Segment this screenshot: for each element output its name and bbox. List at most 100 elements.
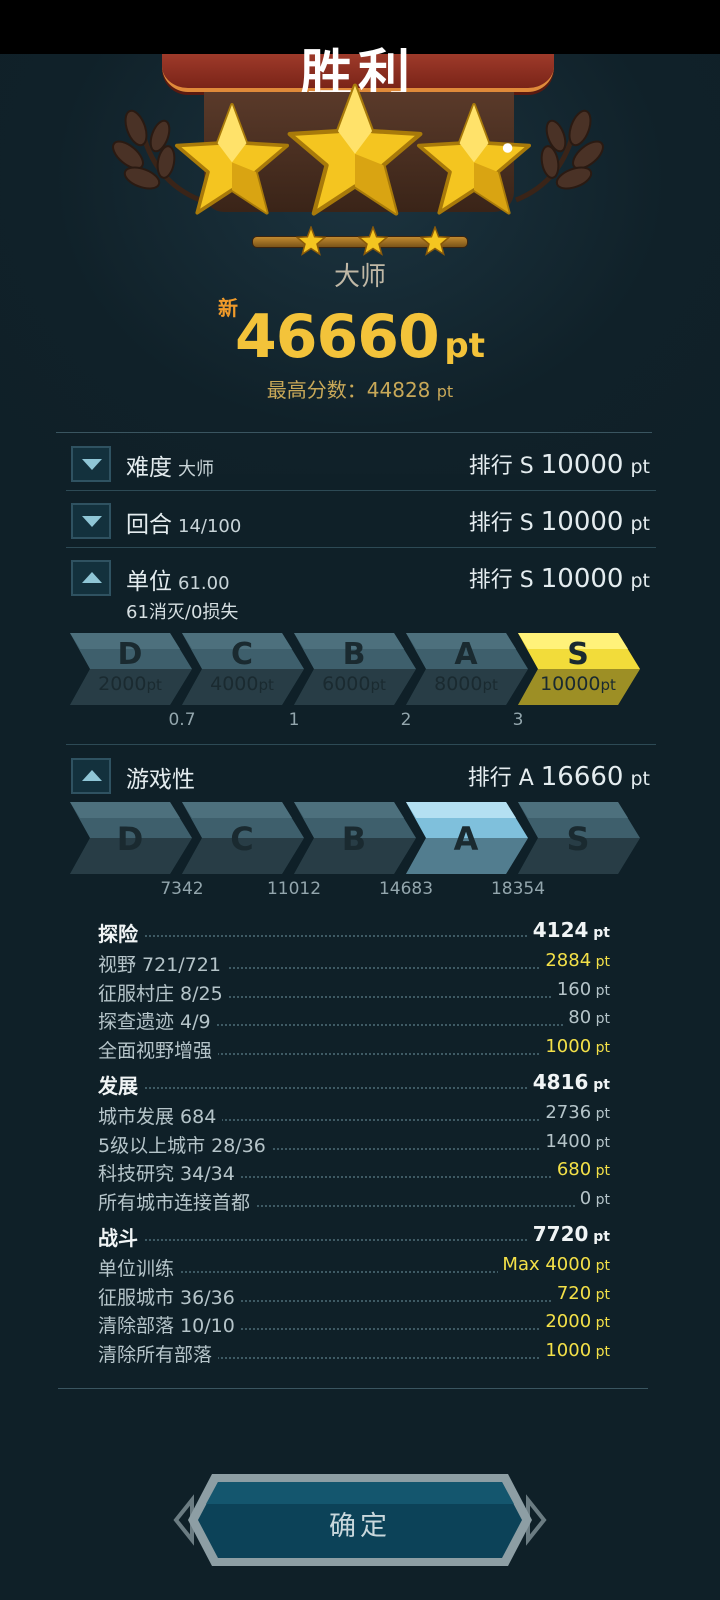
best-score-unit: pt	[436, 382, 454, 401]
detail-label: 战斗	[98, 1222, 144, 1251]
row-points: 10000	[540, 450, 624, 480]
rank-letter: S	[519, 511, 534, 536]
row-difficulty-sub: 大师	[178, 459, 214, 480]
detail-value: 160 pt	[552, 978, 610, 1000]
detail-value-number: 2736	[545, 1102, 592, 1123]
row-divider	[66, 547, 656, 548]
detail-value-number: Max 4000	[502, 1254, 592, 1275]
chevron-up-icon	[82, 770, 102, 781]
detail-value: 2884 pt	[541, 950, 610, 971]
row-difficulty-label: 难度 大师	[126, 448, 214, 482]
rank-prefix: 排行	[468, 454, 513, 479]
grade-points-value: 10000	[540, 673, 601, 695]
detail-label: 清除所有部落	[98, 1339, 219, 1367]
units-grade-a: A 8000pt	[406, 633, 530, 705]
gameplay-grade-a: A	[406, 802, 530, 874]
row-turns[interactable]: 回合 14/100 排行 S 10000 pt	[66, 495, 656, 545]
units-grade-letter: C	[230, 637, 254, 672]
detail-value: 2736 pt	[541, 1102, 610, 1123]
best-score-value: 44828	[366, 378, 431, 402]
units-grade-points: 10000pt	[518, 673, 638, 695]
detail-item: 清除部落 10/10 2000 pt	[98, 1311, 610, 1338]
expand-toggle-gameplay[interactable]	[71, 758, 111, 794]
detail-label: 全面视野增强	[98, 1035, 219, 1063]
units-grade-points: 6000pt	[294, 673, 414, 695]
detail-value-number: 2884	[545, 950, 592, 971]
grade-points-unit: pt	[600, 676, 616, 694]
chevron-up-icon	[82, 572, 102, 583]
grade-points-unit: pt	[370, 676, 386, 694]
confirm-button[interactable]: 确定	[170, 1472, 550, 1568]
progress-star-1-icon	[296, 226, 326, 256]
detail-value-number: 7720	[532, 1222, 589, 1246]
row-units-score: 排行 S 10000 pt	[469, 562, 650, 594]
best-score: 最高分数：44828 pt	[0, 374, 720, 403]
row-unit: pt	[630, 570, 650, 592]
detail-value-unit: pt	[591, 1343, 610, 1360]
detail-value-number: 1000	[545, 1339, 592, 1361]
grade-points-unit: pt	[482, 676, 498, 694]
row-difficulty-title: 难度	[126, 455, 172, 481]
gameplay-grade-letter: C	[230, 820, 254, 858]
detail-value-number: 2000	[545, 1311, 592, 1332]
units-grade-b: B 6000pt	[294, 633, 418, 705]
gameplay-grade-letter: D	[116, 820, 144, 858]
panel-top-divider	[56, 432, 652, 433]
gameplay-threshold: 18354	[490, 879, 546, 899]
detail-label: 探险	[98, 918, 144, 947]
row-turns-label: 回合 14/100	[126, 505, 241, 539]
detail-label: 视野 721/721	[98, 950, 227, 977]
row-units[interactable]: 单位 61.00 61消灭/0损失 排行 S 10000 pt	[66, 552, 656, 632]
expand-toggle-difficulty[interactable]	[71, 446, 111, 482]
units-grade-letter: B	[342, 637, 366, 672]
detail-item: 所有城市连接首都 0 pt	[98, 1187, 610, 1215]
row-units-sub: 61.00	[178, 573, 230, 594]
detail-value-number: 1400	[545, 1130, 592, 1152]
row-turns-sub: 14/100	[178, 516, 242, 537]
detail-value-unit: pt	[591, 1011, 610, 1027]
expand-toggle-turns[interactable]	[71, 503, 111, 539]
detail-value: 0 pt	[575, 1187, 610, 1209]
detail-item: 单位训练 Max 4000 pt	[98, 1254, 610, 1281]
row-difficulty[interactable]: 难度 大师 排行 S 10000 pt	[66, 438, 656, 488]
units-grade-letter: D	[117, 637, 143, 672]
row-gameplay[interactable]: 游戏性 排行 A 16660 pt	[66, 750, 656, 800]
rank-prefix: 排行	[467, 766, 512, 791]
detail-category: 发展 4816 pt	[98, 1070, 610, 1099]
detail-value-unit: pt	[591, 1315, 610, 1331]
detail-value-number: 720	[556, 1282, 592, 1304]
detail-item: 全面视野增强 1000 pt	[98, 1035, 610, 1063]
grade-points-unit: pt	[258, 676, 274, 694]
chevron-down-icon	[82, 459, 102, 470]
detail-value-unit: pt	[588, 925, 610, 941]
row-divider	[66, 490, 656, 491]
best-score-label: 最高分数：	[266, 378, 367, 402]
row-units-label: 单位 61.00	[126, 562, 230, 596]
row-unit: pt	[630, 513, 650, 535]
detail-label: 清除部落 10/10	[98, 1311, 241, 1338]
detail-value: 4816 pt	[528, 1070, 610, 1094]
detail-category: 探险 4124 pt	[98, 918, 610, 947]
detail-value-unit: pt	[591, 1258, 610, 1274]
detail-item: 5级以上城市 28/36 1400 pt	[98, 1130, 610, 1158]
detail-label: 发展	[98, 1070, 144, 1099]
star-1-icon	[175, 103, 289, 215]
detail-label: 单位训练	[98, 1254, 181, 1281]
gameplay-threshold: 7342	[160, 879, 204, 899]
units-threshold: 1	[288, 710, 300, 730]
expand-toggle-units[interactable]	[71, 560, 111, 596]
detail-label: 科技研究 34/34	[98, 1159, 241, 1186]
panel-bottom-divider	[58, 1388, 648, 1389]
detail-value-number: 4124	[532, 918, 589, 942]
gameplay-grade-c: C	[182, 802, 306, 874]
confirm-button-label: 确定	[329, 1511, 391, 1542]
units-grade-s: S 10000pt	[518, 633, 642, 705]
row-units-kills: 61消灭/0损失	[126, 602, 239, 623]
grade-points-unit: pt	[146, 676, 162, 694]
gameplay-grade-d: D	[70, 802, 194, 874]
units-threshold: 3	[512, 710, 524, 730]
detail-item: 征服城市 36/36 720 pt	[98, 1282, 610, 1310]
units-grade-points: 4000pt	[182, 673, 302, 695]
rank-prefix: 排行	[468, 568, 513, 593]
detail-value-unit: pt	[588, 1077, 610, 1093]
